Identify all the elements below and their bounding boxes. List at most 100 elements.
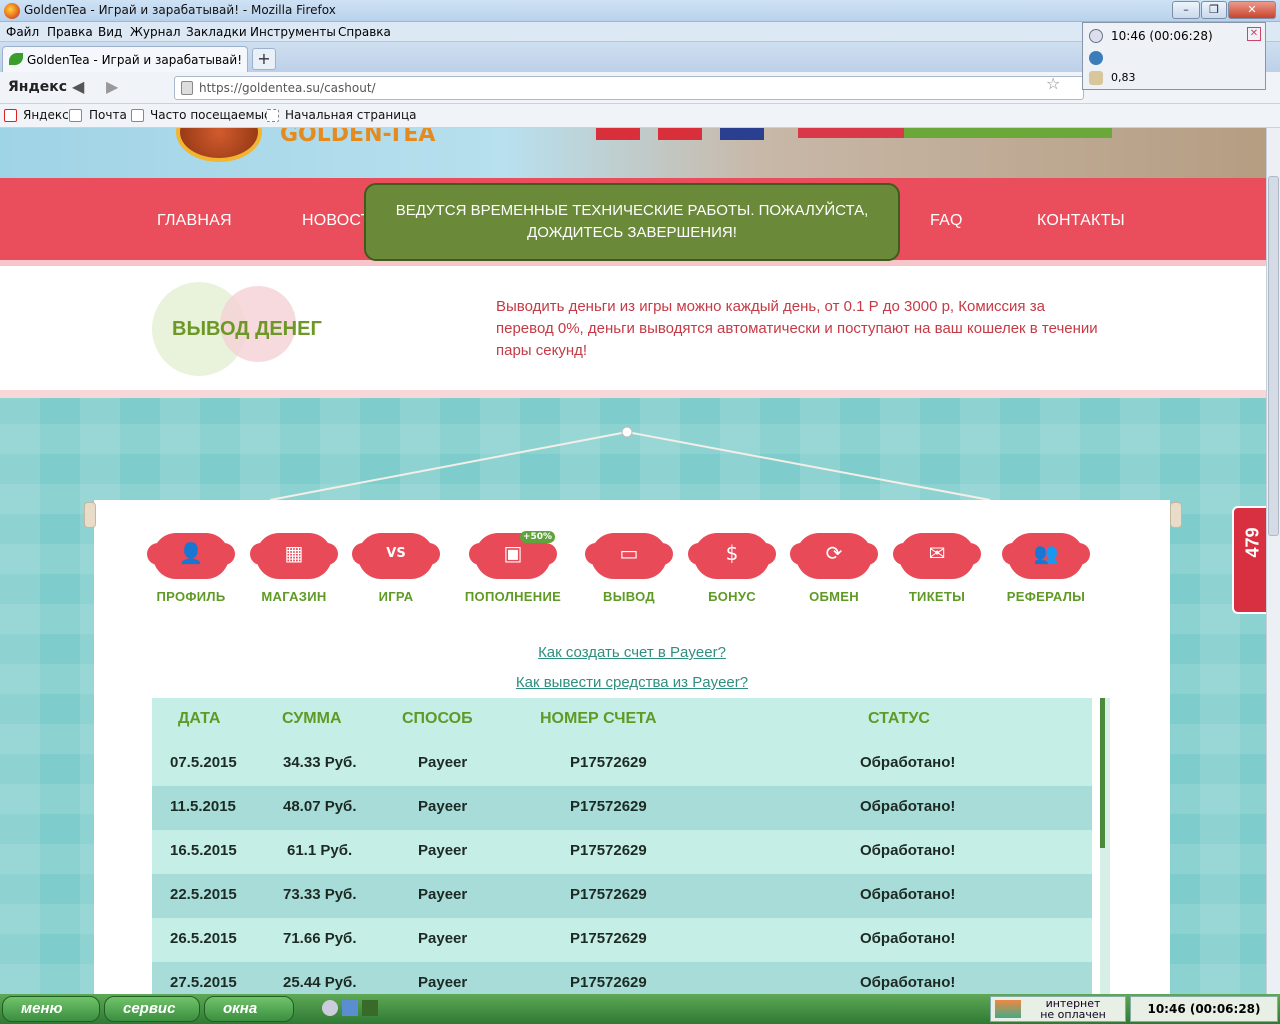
menu-bonus[interactable]: $ БОНУС — [677, 533, 787, 604]
menu-file[interactable]: Файл — [6, 25, 39, 39]
menu-game-label: ИГРА — [378, 589, 414, 604]
quicklaunch-icon[interactable] — [322, 1000, 338, 1016]
forward-arrow-icon[interactable]: ▶ — [106, 77, 118, 96]
menu-tools[interactable]: Инструменты — [250, 25, 336, 39]
table-scrollbar[interactable] — [1100, 698, 1110, 994]
cell-account: P17572629 — [570, 974, 647, 991]
bookmark-start-page[interactable]: Начальная страница — [285, 108, 417, 122]
cell-account: P17572629 — [570, 754, 647, 771]
vs-icon: VS — [352, 533, 440, 579]
bookmark-frequent[interactable]: Часто посещаемые — [150, 108, 271, 122]
menu-help[interactable]: Справка — [338, 25, 391, 39]
firefox-icon — [4, 3, 20, 19]
table-scroll-thumb[interactable] — [1100, 698, 1105, 848]
cell-account: P17572629 — [570, 930, 647, 947]
menu-game[interactable]: VS ИГРА — [341, 533, 451, 604]
online-counter-badge[interactable]: 479 — [1232, 506, 1266, 614]
table-row: 07.5.2015 34.33 Руб. Payeer P17572629 Об… — [152, 742, 1092, 786]
back-arrow-icon[interactable]: ◀ — [72, 77, 84, 96]
cell-date: 22.5.2015 — [170, 886, 237, 903]
network-status-line2: не оплачен — [1040, 1008, 1106, 1021]
menu-profile-label: ПРОФИЛЬ — [156, 589, 226, 604]
menu-deposit-label: ПОПОЛНЕНИЕ — [464, 589, 562, 604]
yandex-logo[interactable]: Яндекс — [8, 79, 67, 95]
clock-popup: 10:46 (00:06:28) ✕ 0,83 — [1082, 22, 1266, 90]
url-input[interactable] — [199, 79, 1039, 97]
minimize-button[interactable]: – — [1172, 1, 1200, 19]
cell-date: 16.5.2015 — [170, 842, 237, 859]
menu-shop[interactable]: ▦ МАГАЗИН — [239, 533, 349, 604]
taskbar-windows-button[interactable]: окна — [204, 996, 294, 1022]
window-title: GoldenTea - Играй и зарабатывай! - Mozil… — [24, 3, 336, 17]
deposit-icon: ▣ +50% — [469, 531, 557, 579]
bookmark-mail[interactable]: Почта — [89, 108, 127, 122]
taskbar-clock[interactable]: 10:46 (00:06:28) — [1130, 996, 1278, 1022]
bookmarks-toolbar: Яндекс Почта Часто посещаемые Начальная … — [0, 104, 1280, 128]
header-method: СПОСОБ — [402, 710, 473, 727]
scroll-roll — [84, 502, 96, 528]
menu-edit[interactable]: Правка — [47, 25, 93, 39]
taskbar-service-button[interactable]: сервис — [104, 996, 200, 1022]
wallet-icon: ▭ — [585, 533, 673, 579]
user-icon: 👤 — [147, 533, 235, 579]
close-popup-icon[interactable]: ✕ — [1247, 27, 1261, 41]
menu-history[interactable]: Журнал — [130, 25, 181, 39]
menu-profile[interactable]: 👤 ПРОФИЛЬ — [136, 533, 246, 604]
referrals-icon: 👥 — [1002, 533, 1090, 579]
close-button[interactable]: ✕ — [1228, 1, 1276, 19]
cell-method: Payeer — [418, 930, 468, 947]
menu-exchange[interactable]: ⟳ ОБМЕН — [779, 533, 889, 604]
taskbar-menu-button[interactable]: меню — [2, 996, 100, 1022]
menu-shop-label: МАГАЗИН — [261, 589, 327, 604]
menu-tickets[interactable]: ✉ ТИКЕТЫ — [882, 533, 992, 604]
bookmark-yandex[interactable]: Яндекс — [23, 108, 69, 122]
clock-icon — [1089, 29, 1103, 43]
menu-withdraw-label: ВЫВОД — [603, 589, 655, 604]
menu-withdraw[interactable]: ▭ ВЫВОД — [574, 533, 684, 604]
quicklaunch-icon[interactable] — [342, 1000, 358, 1016]
cell-amount: 71.66 Руб. — [283, 930, 357, 947]
cell-status: Обработано! — [860, 886, 956, 903]
menu-referrals-label: РЕФЕРАЛЫ — [1006, 589, 1086, 604]
withdrawals-table: ДАТА СУММА СПОСОБ НОМЕР СЧЕТА СТАТУС 07.… — [152, 698, 1092, 994]
header-amount: СУММА — [282, 710, 342, 727]
page-scroll-thumb[interactable] — [1268, 176, 1279, 536]
clock-popup-value: 0,83 — [1111, 71, 1136, 84]
menu-deposit[interactable]: ▣ +50% ПОПОЛНЕНИЕ — [458, 531, 568, 604]
cell-date: 07.5.2015 — [170, 754, 237, 771]
dollar-icon: $ — [688, 533, 776, 579]
site-identity-icon[interactable] — [181, 81, 193, 95]
cell-date: 27.5.2015 — [170, 974, 237, 991]
help-link-withdraw-payeer[interactable]: Как вывести средства из Payeer? — [94, 674, 1170, 691]
table-row: 11.5.2015 48.07 Руб. Payeer P17572629 Об… — [152, 786, 1092, 830]
table-row: 27.5.2015 25.44 Руб. Payeer P17572629 Об… — [152, 962, 1092, 994]
tab-goldentea[interactable]: GoldenTea - Играй и зарабатывай! — [2, 46, 248, 72]
cell-method: Payeer — [418, 842, 468, 859]
header-status: СТАТУС — [868, 710, 930, 727]
hanging-rope — [269, 426, 991, 501]
menu-bookmarks[interactable]: Закладки — [186, 25, 247, 39]
new-tab-button[interactable]: + — [252, 48, 276, 70]
maximize-button[interactable]: ❐ — [1201, 1, 1227, 19]
cell-status: Обработано! — [860, 842, 956, 859]
help-link-create-payeer[interactable]: Как создать счет в Payeer? — [94, 644, 1170, 661]
header-account: НОМЕР СЧЕТА — [540, 710, 657, 727]
url-bar[interactable] — [174, 76, 1084, 100]
bonus-badge: +50% — [519, 531, 555, 543]
cell-method: Payeer — [418, 886, 468, 903]
shop-icon: ▦ — [250, 533, 338, 579]
menu-view[interactable]: Вид — [98, 25, 122, 39]
cell-method: Payeer — [418, 754, 468, 771]
cell-account: P17572629 — [570, 798, 647, 815]
web-page: GOLDEN-TEA ГЛАВНАЯ НОВОСТИ FAQ КОНТАКТЫ … — [0, 128, 1266, 994]
cell-amount: 61.1 Руб. — [287, 842, 353, 859]
page-scrollbar[interactable] — [1266, 128, 1280, 994]
bookmark-star-icon[interactable]: ☆ — [1046, 74, 1060, 93]
network-status[interactable]: интернет не оплачен — [990, 996, 1126, 1022]
cell-amount: 25.44 Руб. — [283, 974, 357, 991]
cell-status: Обработано! — [860, 974, 956, 991]
taskbar: меню сервис окна интернет не оплачен 10:… — [0, 994, 1280, 1024]
table-row: 26.5.2015 71.66 Руб. Payeer P17572629 Об… — [152, 918, 1092, 962]
quicklaunch-icon[interactable] — [362, 1000, 378, 1016]
menu-referrals[interactable]: 👥 РЕФЕРАЛЫ — [991, 533, 1101, 604]
